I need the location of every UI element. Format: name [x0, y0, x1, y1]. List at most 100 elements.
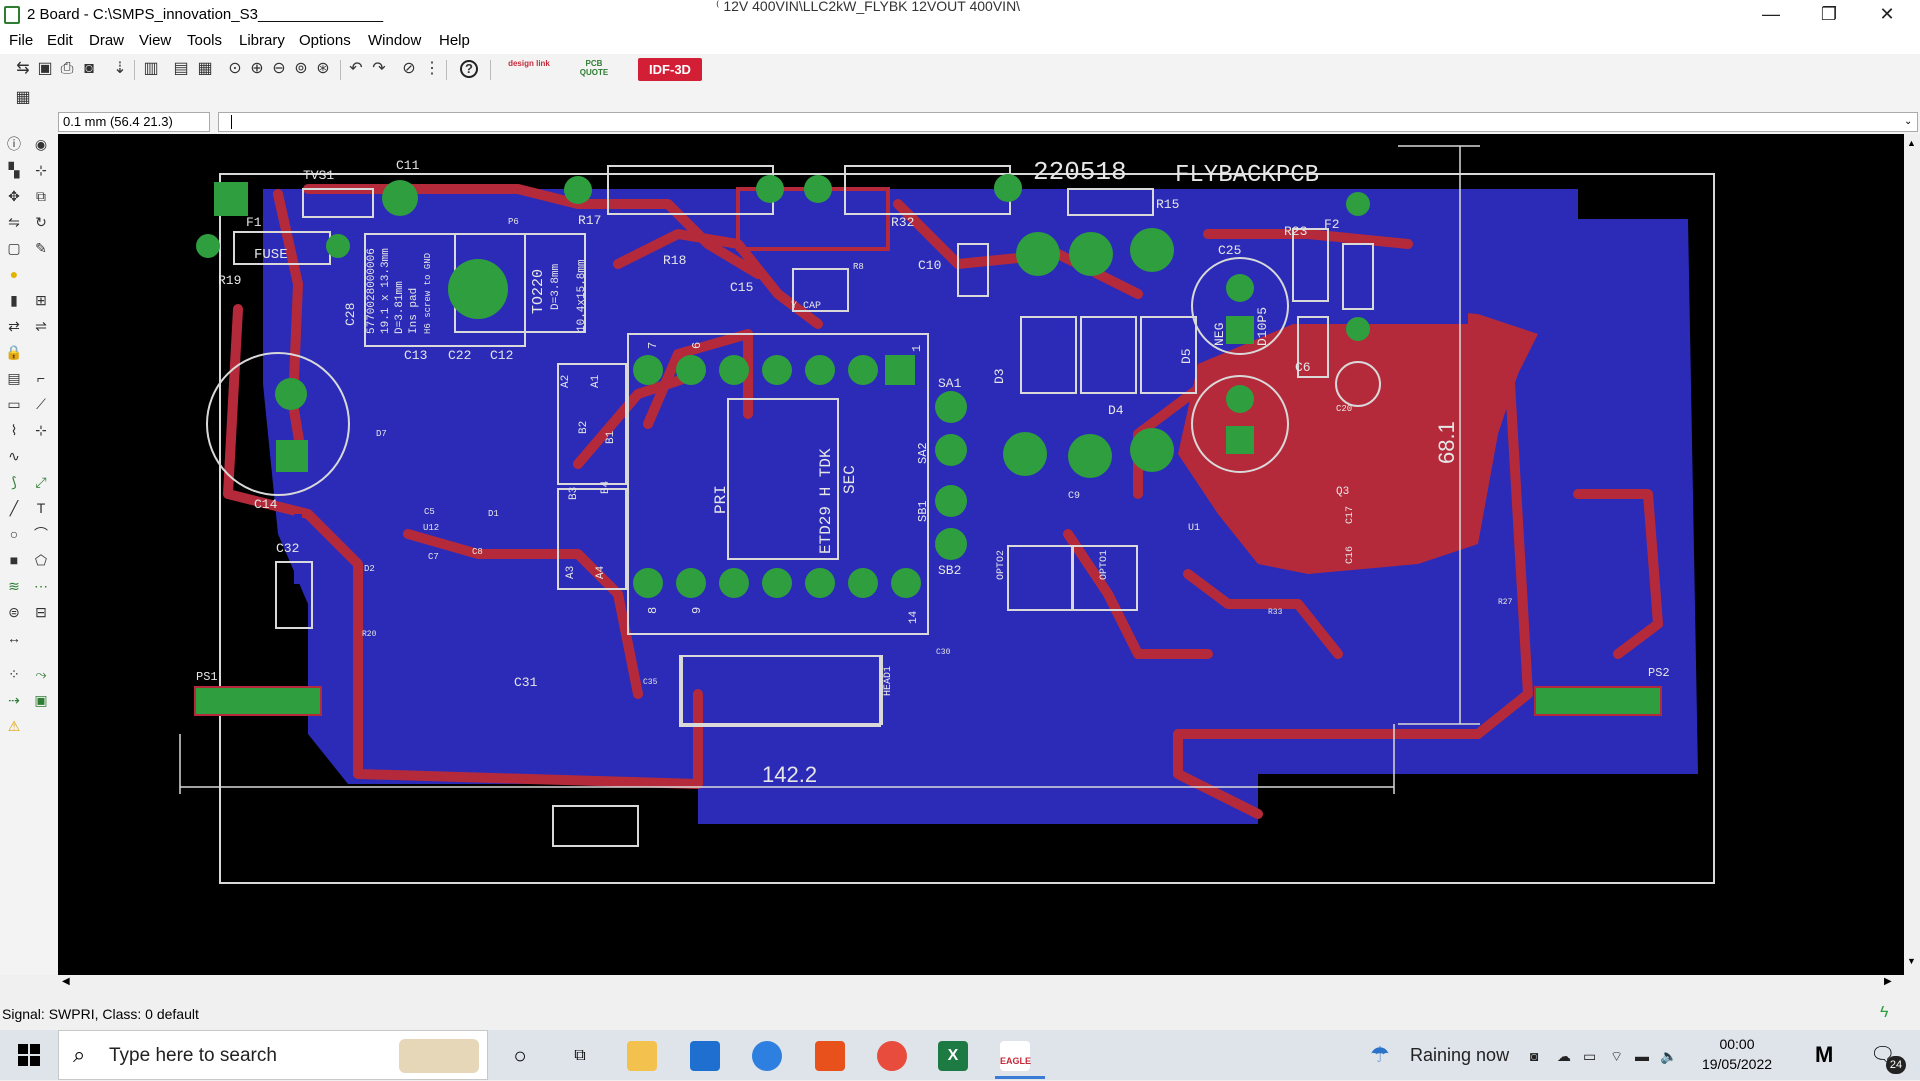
- via-icon[interactable]: ⤢: [31, 472, 51, 492]
- replace-icon[interactable]: ⇌: [31, 316, 51, 336]
- script-icon[interactable]: ▦: [196, 60, 214, 78]
- scroll-right-icon[interactable]: ▶: [1884, 976, 1892, 987]
- restore-button[interactable]: ❐: [1800, 0, 1858, 30]
- scroll-down-icon[interactable]: ▼: [1907, 956, 1916, 966]
- menu-help[interactable]: Help: [439, 32, 470, 49]
- meander-icon[interactable]: ⟋: [31, 394, 51, 414]
- chat-icon[interactable]: [752, 1041, 782, 1071]
- menu-options[interactable]: Options: [299, 32, 351, 49]
- board-canvas[interactable]: 220518 FLYBACKPCB 142.2 68.1 TVS1 C11 P6…: [58, 134, 1904, 975]
- group-icon[interactable]: ▢: [4, 238, 24, 258]
- mirror-icon[interactable]: ⇋: [4, 212, 24, 232]
- change-icon[interactable]: ✎: [31, 238, 51, 258]
- zoom-out-icon[interactable]: ⊖: [270, 60, 288, 78]
- store-icon[interactable]: [690, 1041, 720, 1071]
- rect-icon[interactable]: ■: [4, 550, 24, 570]
- mark-icon[interactable]: ⊹: [31, 160, 51, 180]
- pcb-layout[interactable]: 220518 FLYBACKPCB 142.2 68.1 TVS1 C11 P6…: [58, 134, 1904, 975]
- windows-start-icon[interactable]: [18, 1044, 40, 1066]
- optimize-icon[interactable]: ▭: [4, 394, 24, 414]
- menu-draw[interactable]: Draw: [89, 32, 124, 49]
- office-icon[interactable]: [815, 1041, 845, 1071]
- close-button[interactable]: ✕: [1858, 0, 1916, 30]
- add-icon[interactable]: ⊞: [31, 290, 51, 310]
- menu-edit[interactable]: Edit: [47, 32, 73, 49]
- pinswap-icon[interactable]: ⇄: [4, 316, 24, 336]
- split-icon[interactable]: ⌐: [31, 368, 51, 388]
- stop-icon[interactable]: ⊘: [400, 60, 418, 78]
- battery-icon[interactable]: ▬: [1635, 1048, 1649, 1064]
- open-icon[interactable]: ⇆: [14, 60, 32, 78]
- command-dropdown-icon[interactable]: ⌄: [1904, 116, 1912, 127]
- text-icon[interactable]: T: [31, 498, 51, 518]
- copy-icon[interactable]: ⧉: [31, 186, 51, 206]
- paste-icon[interactable]: ●: [4, 264, 24, 284]
- display-icon[interactable]: ▚: [4, 160, 24, 180]
- menu-library[interactable]: Library: [239, 32, 285, 49]
- grid-icon[interactable]: ▦: [14, 89, 32, 107]
- zoom-select-icon[interactable]: ⊛: [314, 60, 332, 78]
- idf-3d-button[interactable]: IDF-3D: [638, 58, 702, 81]
- eagle-taskbar-icon[interactable]: EAGLE: [1000, 1041, 1031, 1071]
- erc-icon[interactable]: ⤳: [31, 664, 51, 684]
- drc-icon[interactable]: ⁘: [4, 664, 24, 684]
- signal-icon[interactable]: ⟆: [4, 472, 24, 492]
- route-icon[interactable]: ⌇: [4, 420, 24, 440]
- clock-date[interactable]: 19/05/2022: [1692, 1056, 1782, 1072]
- menu-file[interactable]: File: [9, 32, 33, 49]
- zoom-redraw-icon[interactable]: ⊚: [292, 60, 310, 78]
- file-explorer-icon[interactable]: [627, 1041, 657, 1071]
- schematic-switch-icon[interactable]: ⇣: [111, 60, 129, 78]
- taskbar-search-box[interactable]: ⌕ Type here to search: [58, 1030, 488, 1080]
- zoom-fit-icon[interactable]: ⊙: [226, 60, 244, 78]
- onedrive-icon[interactable]: ☁: [1557, 1048, 1571, 1065]
- undo-icon[interactable]: ↶: [347, 60, 365, 78]
- display-tray-icon[interactable]: ▭: [1583, 1048, 1596, 1065]
- zoom-in-icon[interactable]: ⊕: [248, 60, 266, 78]
- lock-icon[interactable]: 🔒: [4, 342, 24, 362]
- menu-window[interactable]: Window: [368, 32, 421, 49]
- ripup-icon[interactable]: ⊹: [31, 420, 51, 440]
- info-icon[interactable]: ⓘ: [4, 134, 24, 154]
- layer-settings-icon[interactable]: ▥: [142, 60, 160, 78]
- save-icon[interactable]: ▣: [36, 60, 54, 78]
- show-icon[interactable]: ◉: [31, 134, 51, 154]
- volume-icon[interactable]: 🔈: [1660, 1048, 1677, 1065]
- line-icon[interactable]: ╱: [4, 498, 24, 518]
- scroll-up-icon[interactable]: ▲: [1907, 138, 1916, 148]
- vertical-scrollbar[interactable]: ▲ ▼: [1904, 134, 1920, 975]
- layer-icon[interactable]: ▣: [31, 690, 51, 710]
- print-icon[interactable]: ⎙: [58, 60, 76, 78]
- horizontal-scrollbar[interactable]: ◀ ▶: [58, 975, 1904, 991]
- excel-icon[interactable]: X: [938, 1041, 968, 1071]
- move-icon[interactable]: ✥: [4, 186, 24, 206]
- hole-icon[interactable]: ⊜: [4, 602, 24, 622]
- pcb-quote-logo[interactable]: PCB QUOTE: [574, 59, 614, 77]
- scroll-left-icon[interactable]: ◀: [62, 976, 70, 987]
- design-link-logo[interactable]: design link: [505, 59, 553, 68]
- ulp-icon[interactable]: ▤: [172, 60, 190, 78]
- weather-text[interactable]: Raining now: [1410, 1045, 1509, 1066]
- wifi-icon[interactable]: ⌔: [1610, 1048, 1623, 1066]
- go-icon[interactable]: ⋮: [423, 60, 441, 78]
- task-view-icon[interactable]: ⧉: [565, 1041, 595, 1071]
- help-icon[interactable]: ?: [460, 60, 478, 78]
- attribute-icon[interactable]: ⊟: [31, 602, 51, 622]
- wire-icon[interactable]: ∿: [4, 446, 24, 466]
- command-input[interactable]: [218, 112, 1918, 132]
- dimension-icon[interactable]: ↔: [4, 628, 24, 648]
- menu-tools[interactable]: Tools: [187, 32, 222, 49]
- delete-icon[interactable]: ▮: [4, 290, 24, 310]
- warning-icon[interactable]: ⚠: [4, 716, 24, 736]
- rotate-icon[interactable]: ↻: [31, 212, 51, 232]
- cam-processor-icon[interactable]: ◙: [80, 60, 98, 78]
- chrome-icon[interactable]: [877, 1041, 907, 1071]
- redo-icon[interactable]: ↷: [370, 60, 388, 78]
- ime-icon[interactable]: M: [1815, 1042, 1833, 1068]
- circle-icon[interactable]: ○: [4, 524, 24, 544]
- smash-icon[interactable]: ▤: [4, 368, 24, 388]
- autorouter-icon[interactable]: ⋯: [31, 576, 51, 596]
- polygon-icon[interactable]: ⬠: [31, 550, 51, 570]
- menu-view[interactable]: View: [139, 32, 171, 49]
- clock-time[interactable]: 00:00: [1692, 1036, 1782, 1052]
